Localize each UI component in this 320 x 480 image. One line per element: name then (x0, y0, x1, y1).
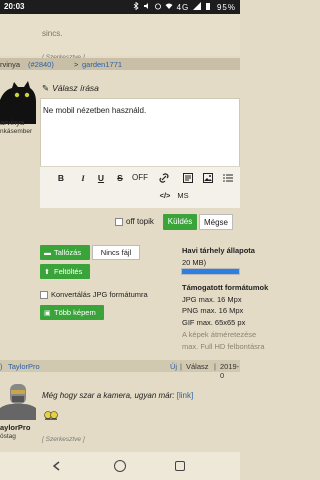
link-icon[interactable] (159, 173, 169, 183)
resize-note: A képek átméretezése (182, 330, 257, 339)
previous-post-text: sincs. (42, 29, 63, 38)
image-icon[interactable] (203, 173, 213, 183)
send-button[interactable]: Küldés (163, 214, 197, 230)
source-code-button[interactable]: </> (159, 191, 171, 201)
format-png: PNG max. 16 Mpx (182, 306, 244, 315)
author-name[interactable]: arvinya (0, 118, 24, 127)
quota-progress-bar (181, 268, 240, 275)
images-icon: ▣ (44, 310, 51, 317)
folder-icon: ▬ (44, 250, 51, 257)
mute-icon (143, 3, 148, 9)
more-images-label: Több képem (54, 308, 96, 317)
next-post-text: Még hogy szar a kamera, ugyan már: [link… (42, 391, 193, 400)
status-icons: 4G 95% (132, 2, 236, 12)
strikethrough-button[interactable]: S (115, 173, 125, 183)
battery-percent: 95% (216, 3, 236, 12)
upload-icon: ⬆ (44, 269, 50, 276)
reply-title: ✎ Válasz írása (42, 83, 99, 94)
no-file-field: Nincs fájl (92, 245, 140, 260)
underline-button[interactable]: U (96, 173, 106, 183)
offtopic-toggle[interactable]: off topik (115, 217, 154, 226)
browse-button[interactable]: ▬ Tallózás (40, 245, 90, 260)
author-rank: nkásember (0, 128, 33, 135)
resize-note-2: max. Full HD felbontásra (182, 342, 265, 351)
back-icon[interactable] (52, 461, 62, 471)
reply-target-link[interactable]: garden1771 (82, 60, 122, 69)
reply-link[interactable]: Válasz (186, 362, 209, 371)
bluetooth-icon (133, 2, 139, 10)
next-post-author-rank: östag (0, 433, 16, 440)
format-jpg: JPG max. 16 Mpx (182, 295, 242, 304)
next-post-edited: [ Szerkesztve ] (42, 436, 85, 443)
offtopic-checkbox[interactable] (115, 217, 123, 226)
quota-title: Havi tárhely állapota (182, 246, 255, 255)
post-header-user[interactable]: rvinya (0, 60, 20, 69)
cancel-button[interactable]: Mégse (199, 214, 233, 230)
next-post-header: ) TaylorPro Új | Válasz | 2019-0 (0, 360, 240, 380)
next-post-arrow: ) (0, 362, 3, 371)
network-type: 4G (176, 3, 190, 12)
wifi-icon (165, 3, 173, 9)
post-number-link[interactable]: (#2840) (28, 60, 54, 69)
status-time: 20:03 (4, 2, 25, 11)
format-gif: GIF max. 65x65 px (182, 318, 246, 327)
next-post-body: Még hogy szar a kamera, ugyan már: (42, 391, 175, 400)
alarm-icon (155, 3, 162, 10)
pencil-icon: ✎ (42, 83, 50, 93)
post-header: rvinya (#2840) > garden1771 (0, 58, 240, 70)
formats-title: Támogatott formátumok (182, 283, 269, 292)
divider: | (180, 362, 182, 371)
battery-icon (205, 3, 210, 10)
next-post-user-link[interactable]: TaylorPro (8, 362, 40, 371)
home-icon[interactable] (114, 460, 126, 472)
next-post-author-name[interactable]: aylorPro (0, 423, 30, 432)
recent-apps-icon[interactable] (175, 461, 185, 471)
editor-toolbar: B I U S OFF </> MS (40, 166, 240, 208)
quota-size: 20 MB) (182, 258, 207, 267)
previous-post: sincs. [ Szerkesztve ] (0, 14, 240, 61)
list-icon[interactable] (223, 173, 233, 183)
upload-label: Feltöltés (54, 267, 83, 276)
browse-label: Tallózás (54, 248, 82, 257)
next-post-avatar (0, 384, 36, 420)
bold-button[interactable]: B (56, 173, 66, 183)
reply-arrow: > (74, 60, 79, 69)
next-post-date: 2019-0 (220, 362, 240, 380)
signal-icon (192, 2, 201, 10)
italic-button[interactable]: I (78, 173, 88, 183)
reply-editor-content[interactable]: Ne mobil nézetben használd. (43, 106, 146, 115)
convert-jpg-label: Konvertálás JPG formátumra (51, 290, 148, 299)
upload-button[interactable]: ⬆ Feltöltés (40, 264, 90, 279)
reply-title-text: Válasz írása (52, 83, 99, 93)
quote-icon[interactable] (183, 173, 193, 183)
offtopic-label: off topik (126, 217, 154, 226)
ms-button[interactable]: MS (177, 191, 189, 201)
smiley-icon (44, 411, 58, 420)
convert-jpg-toggle[interactable]: Konvertálás JPG formátumra (40, 290, 148, 300)
quota-progress-fill (182, 269, 239, 274)
off-button[interactable]: OFF (132, 173, 148, 183)
next-post-link[interactable]: [link] (177, 391, 193, 400)
divider: | (214, 362, 216, 371)
android-nav-bar (0, 452, 240, 480)
new-link[interactable]: Új (170, 362, 177, 371)
convert-jpg-checkbox[interactable] (40, 291, 48, 300)
status-bar: 20:03 4G 95% (0, 0, 240, 14)
more-images-button[interactable]: ▣ Több képem (40, 305, 104, 320)
